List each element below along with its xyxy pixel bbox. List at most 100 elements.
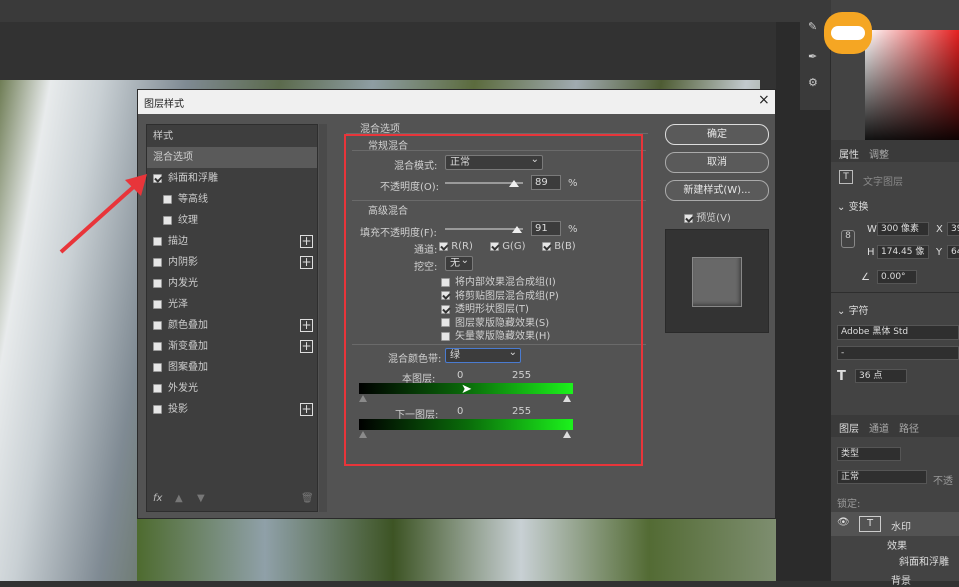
style-item[interactable]: 等高线 [147, 189, 317, 210]
font-size-input[interactable]: 36 点 [855, 369, 907, 383]
y-label: Y [936, 247, 943, 258]
layer-filter[interactable]: 类型 [837, 447, 901, 461]
canvas-image-bottom [137, 519, 777, 581]
style-item[interactable]: 投影 + [147, 399, 317, 420]
style-item-checkbox[interactable] [153, 341, 162, 351]
tab-channels[interactable]: 通道 [869, 420, 889, 435]
close-icon[interactable]: × [758, 92, 770, 108]
styles-list: 样式 混合选项 斜面和浮雕等高线纹理描边 + 内阴影 + 内发光光泽颜色叠加 + 渐变叠加 +… [146, 124, 318, 512]
tab-paths[interactable]: 路径 [899, 420, 919, 435]
style-item-label: 等高线 [178, 194, 208, 205]
trash-icon[interactable]: 🗑 [301, 493, 314, 504]
angle-input[interactable]: 0.00° [877, 270, 917, 284]
tab-layers[interactable]: 图层 [839, 420, 859, 435]
preview-label: 预览(V) [696, 213, 731, 224]
new-style-button[interactable]: 新建样式(W)... [665, 180, 769, 201]
style-item-label: 图案叠加 [168, 362, 208, 373]
dialog-title: 图层样式 [144, 99, 184, 110]
layer-opacity-label: 不透 [933, 476, 953, 487]
style-item[interactable]: 描边 + [147, 231, 317, 252]
w-input[interactable]: 300 像素 [877, 222, 929, 236]
ok-button[interactable]: 确定 [665, 124, 769, 145]
style-item-checkbox[interactable] [153, 299, 162, 309]
h-input[interactable]: 174.45 像 [877, 245, 929, 259]
add-effect-icon[interactable]: + [300, 319, 313, 332]
link-icon[interactable]: 8 [841, 230, 855, 248]
sliders-icon[interactable]: ⚙ [808, 76, 820, 89]
h-label: H [867, 247, 875, 258]
style-item-checkbox[interactable] [153, 383, 162, 393]
font-size-icon: T [837, 369, 846, 384]
divider [831, 292, 959, 293]
y-input[interactable]: 64 [947, 245, 959, 259]
text-layer-label: 文字图层 [863, 177, 903, 188]
eye-icon[interactable]: 👁 [837, 517, 850, 528]
add-effect-icon[interactable]: + [300, 256, 313, 269]
layer-style-dialog: 图层样式 × 样式 混合选项 斜面和浮雕等高线纹理描边 + 内阴影 + 内发光光泽颜色叠… [137, 89, 776, 519]
style-item-label: 描边 [168, 236, 188, 247]
fx-button[interactable]: fx [153, 493, 162, 504]
char-label: 字符 [848, 306, 869, 317]
pen-icon[interactable]: ✒ [808, 50, 820, 63]
lock-label: 锁定: [837, 499, 861, 510]
style-item-label: 颜色叠加 [168, 320, 208, 331]
x-input[interactable]: 39 [947, 222, 959, 236]
style-item-checkbox[interactable] [163, 194, 172, 204]
preview-checkbox[interactable] [684, 213, 693, 223]
style-item-checkbox[interactable] [153, 362, 162, 372]
style-item[interactable]: 图案叠加 [147, 357, 317, 378]
style-item-label: 外发光 [168, 383, 198, 394]
style-item[interactable]: 渐变叠加 + [147, 336, 317, 357]
preview-swatch [665, 229, 769, 333]
brush-icon[interactable]: ✎ [808, 20, 820, 33]
text-thumb-icon: T [859, 516, 881, 532]
w-label: W [867, 224, 877, 235]
style-item-label: 斜面和浮雕 [168, 173, 218, 184]
style-item-checkbox[interactable] [153, 320, 162, 330]
style-item-label: 投影 [168, 404, 188, 415]
effect-bevel[interactable]: 斜面和浮雕 [899, 553, 949, 568]
red-arrow-line [59, 180, 141, 254]
left-scrollbar[interactable] [319, 124, 327, 512]
style-item-checkbox[interactable] [163, 215, 172, 225]
tab-properties[interactable]: 属性 [839, 146, 859, 161]
color-picker[interactable] [865, 30, 959, 148]
layer-name-bg[interactable]: 背景 [891, 572, 911, 587]
text-layer-icon: T [839, 170, 853, 184]
red-arrow-icon [59, 174, 147, 254]
blend-options-item[interactable]: 混合选项 [147, 147, 317, 168]
fox-logo-face [831, 26, 865, 40]
style-item[interactable]: 内发光 [147, 273, 317, 294]
styles-header: 样式 [153, 131, 173, 142]
style-item[interactable]: 纹理 [147, 210, 317, 231]
layer-blend-mode[interactable]: 正常 [837, 470, 927, 484]
style-item-label: 内发光 [168, 278, 198, 289]
tab-adjust[interactable]: 调整 [869, 146, 889, 161]
angle-icon: ∠ [861, 272, 870, 283]
style-item-label: 内阴影 [168, 257, 198, 268]
style-item-checkbox[interactable] [153, 404, 162, 414]
char-heading: ⌄ 字符 [837, 306, 869, 317]
style-item[interactable]: 颜色叠加 + [147, 315, 317, 336]
preview-toggle[interactable]: 预览(V) [684, 209, 731, 224]
preview-square [692, 257, 742, 307]
cancel-button[interactable]: 取消 [665, 152, 769, 173]
style-item[interactable]: 内阴影 + [147, 252, 317, 273]
style-item-checkbox[interactable] [153, 278, 162, 288]
move-down-icon[interactable]: ▼ [197, 493, 205, 504]
transform-heading: ⌄ 变换 [837, 202, 869, 213]
style-item-label: 渐变叠加 [168, 341, 208, 352]
font-family-select[interactable]: Adobe 黑体 Std [837, 325, 959, 340]
style-item[interactable]: 斜面和浮雕 [147, 168, 317, 189]
add-effect-icon[interactable]: + [300, 403, 313, 416]
style-item[interactable]: 光泽 [147, 294, 317, 315]
font-style-select[interactable]: - [837, 346, 959, 360]
style-item[interactable]: 外发光 [147, 378, 317, 399]
x-label: X [936, 224, 943, 235]
add-effect-icon[interactable]: + [300, 235, 313, 248]
move-up-icon[interactable]: ▲ [175, 493, 183, 504]
dialog-titlebar: 图层样式 × [138, 90, 775, 114]
style-item-label: 光泽 [168, 299, 188, 310]
add-effect-icon[interactable]: + [300, 340, 313, 353]
layer-name-watermark[interactable]: 水印 [891, 518, 911, 533]
